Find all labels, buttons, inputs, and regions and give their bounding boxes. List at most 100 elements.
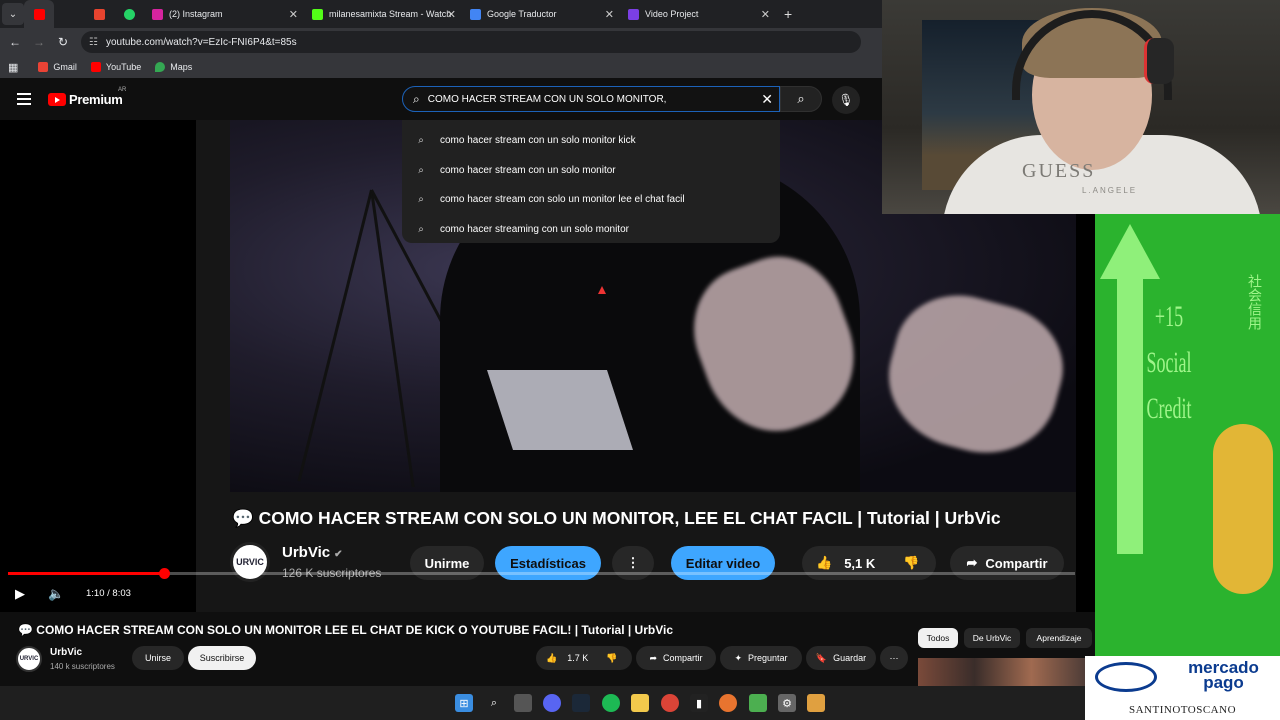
close-tab-icon[interactable]: ✕ [289,8,298,21]
browser-tab-strip: ⌄ (2) Instagram ✕ milanesamixta Stream -… [0,0,882,28]
tab-video-project[interactable]: Video Project ✕ [620,0,776,28]
logo-word: Premium [69,92,123,107]
credit-line: Social [1146,346,1192,379]
sparkle-icon: ✦ [734,652,742,663]
maps-pin-icon [155,62,166,72]
editor-app-icon[interactable] [807,694,825,712]
tab-pinned-2[interactable] [84,0,114,28]
apps-grid-icon[interactable]: ▦ [8,61,18,74]
search-icon: ⌕ [418,223,424,235]
instagram-favicon-icon [152,8,163,20]
suggestion-item[interactable]: ⌕ como hacer stream con solo un monitor l… [402,185,780,215]
tab-youtube[interactable] [24,0,54,28]
stats-label: Estadísticas [510,555,586,571]
chip-label: De UrbVic [972,633,1012,643]
overlay-channel-row: URVIC UrbVic ✔ 126 K suscriptores Unirme … [230,540,1076,586]
save-button[interactable]: 🔖 Guardar [806,646,876,670]
more-vert-icon: ⋮ [626,555,640,570]
recommended-thumbnails[interactable] [918,658,1088,686]
voice-search-button[interactable]: 🎙 [832,86,860,114]
windows-start-icon[interactable]: ⊞ [455,694,473,712]
volume-icon[interactable]: 🔈 [48,586,64,602]
url-input[interactable]: ☷ youtube.com/watch?v=EzIc-FNI6P4&t=85s [81,31,861,53]
youtube-premium-logo[interactable]: Premium AR [48,87,126,107]
join-label: Unirse [144,653,171,663]
tab-label: Video Project [645,9,699,19]
windows-taskbar: ⊞ ⌕ ▮ ⚙ [0,686,1085,720]
chrome-icon[interactable] [661,694,679,712]
suggestion-item[interactable]: ⌕ como hacer stream con un solo monitor k… [402,126,780,156]
join-label: Unirme [424,555,470,571]
bookmark-label: Gmail [53,62,77,72]
new-tab-icon[interactable]: + [784,6,792,22]
dislike-icon[interactable]: 👎 [606,653,617,664]
search-icon: ⌕ [413,91,420,106]
close-tab-icon[interactable]: ✕ [761,8,770,21]
tab-label: Google Traductor [487,9,557,19]
play-icon[interactable]: ▶ [15,586,25,602]
tab-instagram[interactable]: (2) Instagram ✕ [144,0,304,28]
bookmarks-bar: ▦ Gmail YouTube Maps [0,56,882,78]
join-button[interactable]: Unirse [132,646,184,670]
search-input[interactable]: ⌕ COMO HACER STREAM CON UN SOLO MONITOR,… [402,86,780,112]
bookmark-maps[interactable]: Maps [155,62,192,72]
address-bar-row: ← → ↻ ☷ youtube.com/watch?v=EzIc-FNI6P4&… [0,28,882,56]
forward-arrow-icon[interactable]: → [27,35,51,49]
tab-label: milanesamixta Stream - Watch [329,9,452,19]
menu-hamburger-icon[interactable] [17,93,31,105]
search-button[interactable]: ⌕ [780,86,822,112]
whatsapp-favicon-icon [123,8,135,20]
back-arrow-icon[interactable]: ← [3,35,27,49]
settings-gear-icon[interactable]: ⚙ [778,694,796,712]
spotify-icon[interactable] [602,694,620,712]
search-icon[interactable]: ⌕ [485,694,503,712]
channel-avatar[interactable]: URVIC [230,542,270,582]
translate-favicon-icon [470,8,481,20]
task-view-icon[interactable] [514,694,532,712]
channel-name[interactable]: UrbVic [50,647,82,658]
steam-icon[interactable] [572,694,590,712]
like-button[interactable]: 👍 1.7 K 👎 [536,646,632,670]
file-explorer-icon[interactable] [631,694,649,712]
tab-search-chevron-icon[interactable]: ⌄ [2,3,24,25]
thumbs-up-emoji [1213,424,1273,594]
video-project-favicon-icon [628,8,639,20]
android-app-icon[interactable] [749,694,767,712]
reload-icon[interactable]: ↻ [51,35,75,49]
subscriber-count: 140 k suscriptores [50,662,115,671]
suggestion-item[interactable]: ⌕ como hacer stream con un solo monitor [402,156,780,186]
chip-all[interactable]: Todos [918,628,958,648]
suggestion-text: como hacer stream con solo un monitor le… [440,194,685,206]
headset-earcup [1144,38,1174,84]
share-label: Compartir [663,653,703,663]
tab-google-translate[interactable]: Google Traductor ✕ [462,0,620,28]
country-code: AR [118,87,127,93]
bookmark-gmail[interactable]: Gmail [38,62,77,72]
tab-kick[interactable]: milanesamixta Stream - Watch ✕ [304,0,462,28]
save-label: Guardar [833,653,867,663]
more-actions-button[interactable]: ⋯ [880,646,908,670]
microphone-app-icon[interactable] [719,694,737,712]
channel-avatar[interactable]: URVIC [16,646,42,672]
audio-app-icon[interactable]: ▮ [690,694,708,712]
site-settings-icon[interactable]: ☷ [89,37,98,48]
overlay-channel-name[interactable]: UrbVic ✔ [282,544,342,561]
close-tab-icon[interactable]: ✕ [605,8,614,21]
chip-from-channel[interactable]: De UrbVic [964,628,1020,648]
ask-button[interactable]: ✦ Preguntar [720,646,802,670]
close-tab-icon[interactable]: ✕ [447,8,456,21]
shirt-brand-text: GUESS [1022,160,1096,182]
search-query-text: COMO HACER STREAM CON UN SOLO MONITOR, [427,93,667,105]
discord-icon[interactable] [543,694,561,712]
bookmark-youtube[interactable]: YouTube [90,62,141,72]
chip-learning[interactable]: Aprendizaje [1026,628,1092,648]
subscribe-button[interactable]: Suscribirse [188,646,256,670]
clear-search-icon[interactable]: ✕ [761,91,773,108]
tab-whatsapp[interactable] [114,0,144,28]
scrubber-handle[interactable] [158,568,170,579]
credit-side-text: 社会信用 [1247,274,1263,330]
suggestion-item[interactable]: ⌕ como hacer streaming con un solo monito… [402,215,780,245]
like-icon: 👍 [816,555,833,570]
share-button[interactable]: ➦ Compartir [636,646,716,670]
progress-bar[interactable] [8,568,1075,579]
